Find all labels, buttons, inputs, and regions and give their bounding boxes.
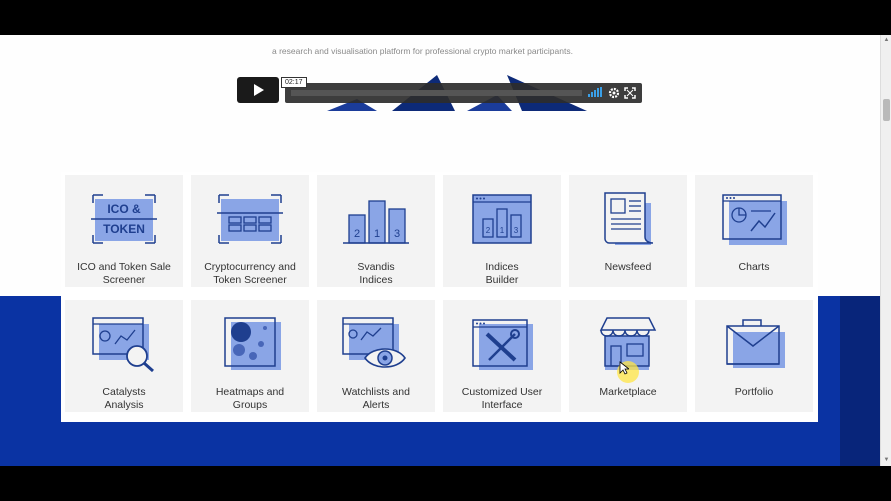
volume-icon[interactable] [588,87,602,97]
play-icon [254,84,264,96]
token-screener-icon [217,194,283,244]
chart-icon [722,194,787,245]
feature-label: Catalysts Analysis [102,386,146,411]
ico-token-icon: ICO & TOKEN [91,194,157,244]
feature-label: Customized User Interface [461,386,543,411]
play-button[interactable] [237,77,279,103]
svg-text:1: 1 [374,228,380,240]
feature-card-charts[interactable]: Charts [695,175,813,287]
svg-text:2: 2 [354,228,360,240]
indices-builder-icon: 2 1 3 [472,194,532,244]
feature-card-watchlists[interactable]: Watchlists and Alerts [317,300,435,412]
eye-chart-icon [342,317,406,368]
ico-icon-text-1: ICO & [107,202,141,216]
feature-card-svandis-indices[interactable]: 2 1 3 Svandis Indices [317,175,435,287]
feature-label: ICO and Token Sale Screener [77,261,171,286]
gear-icon[interactable] [608,87,620,99]
feature-label: Newsfeed [604,261,652,273]
page-tagline: a research and visualisation platform fo… [272,46,573,56]
svg-text:3: 3 [514,226,519,235]
ico-icon-text-2: TOKEN [103,222,145,236]
feature-label: Marketplace [599,386,657,398]
feature-card-newsfeed[interactable]: Newsfeed [569,175,687,287]
magnifier-chart-icon [92,317,154,372]
video-player[interactable]: 02:17 [237,75,642,111]
feature-card-catalysts[interactable]: Catalysts Analysis [65,300,183,412]
feature-card-indices-builder[interactable]: 2 1 3 Indices Builder [443,175,561,287]
feature-card-marketplace[interactable]: Marketplace [569,300,687,412]
vertical-scrollbar[interactable]: ▲ ▼ [880,35,891,466]
feature-card-portfolio[interactable]: Portfolio [695,300,813,412]
feature-label: Indices Builder [485,261,519,286]
heatmap-icon [224,317,281,370]
feature-card-customized-ui[interactable]: Customized User Interface [443,300,561,412]
indices-bars-icon: 2 1 3 [343,200,409,244]
mouse-cursor-highlight [617,361,639,383]
newspaper-icon [604,192,654,245]
svg-text:2: 2 [486,226,491,235]
feature-card-heatmaps[interactable]: Heatmaps and Groups [191,300,309,412]
video-control-bar[interactable] [285,83,642,103]
feature-label: Watchlists and Alerts [342,386,410,411]
svg-text:3: 3 [394,228,400,240]
tools-icon [472,319,533,370]
scroll-thumb[interactable] [883,99,890,121]
feature-card-token-screener[interactable]: Cryptocurrency and Token Screener [191,175,309,287]
fullscreen-icon[interactable] [624,87,636,99]
video-time-badge: 02:17 [281,77,307,88]
feature-label: Portfolio [734,386,774,398]
briefcase-icon [726,319,785,368]
video-progress-bar[interactable] [291,90,582,96]
cursor-arrow-icon [619,361,629,375]
feature-label: Heatmaps and Groups [215,386,285,411]
features-grid: ICO & TOKEN ICO and Token Sale Screener C… [61,172,818,422]
web-page: a research and visualisation platform fo… [0,35,880,466]
scroll-down-arrow-icon[interactable]: ▼ [882,456,891,465]
feature-label: Svandis Indices [357,261,395,286]
svg-text:1: 1 [500,226,505,235]
scroll-up-arrow-icon[interactable]: ▲ [882,36,891,45]
feature-label: Charts [738,261,770,273]
feature-label: Cryptocurrency and Token Screener [204,261,296,286]
feature-card-ico-screener[interactable]: ICO & TOKEN ICO and Token Sale Screener [65,175,183,287]
